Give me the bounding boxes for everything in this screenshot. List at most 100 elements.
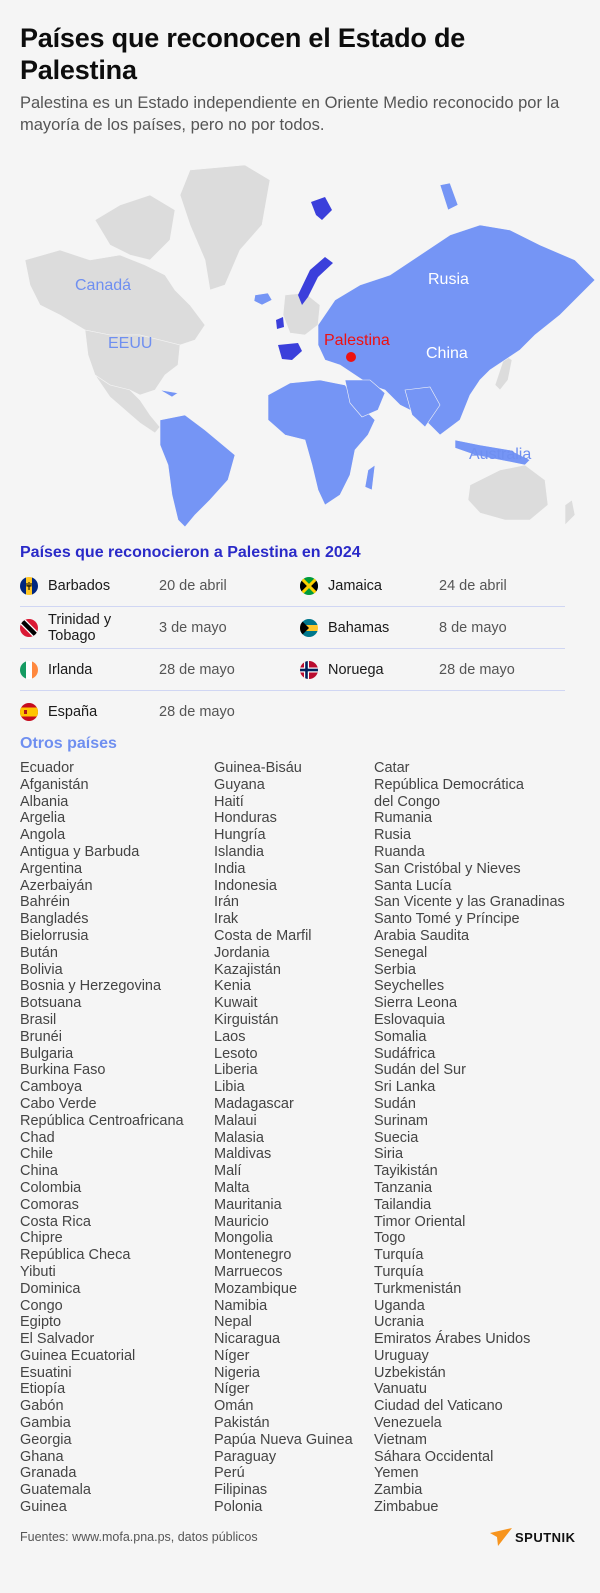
list-item: Perú [214,1465,245,1482]
list-item: Suecia [374,1129,419,1146]
list-item: Antigua y Barbuda [20,843,140,860]
country-name: España [48,704,98,720]
barbados-flag-icon [20,577,38,595]
list-item: Angola [20,827,66,844]
list-item: Mozambique [214,1280,298,1297]
other-countries-title: Otros países [20,735,117,752]
list-item: Burkina Faso [20,1062,106,1079]
list-item: Guyana [214,776,265,793]
list-item: Montenegro [214,1247,292,1264]
list-item: del Congo [374,793,441,810]
list-item: Georgia [20,1431,72,1448]
sources-note: Fuentes: www.mofa.pna.ps, datos públicos [20,1530,258,1544]
list-item: Guinea [20,1499,67,1516]
region-arctic-islands [94,194,176,261]
trinidad-tobago-flag-icon [20,619,38,637]
list-item: Omán [214,1398,254,1415]
list-item: Bután [20,944,58,961]
list-item: Kuwait [214,995,258,1012]
list-item: Tanzania [374,1179,433,1196]
recognition-date: 28 de mayo [439,662,515,678]
region-canada [24,249,206,346]
list-item: Cabo Verde [20,1095,97,1112]
map-label-australia: Australia [469,446,532,463]
region-madagascar [364,464,376,491]
list-item: Arabia Saudita [374,927,470,944]
list-item: Ghana [20,1448,64,1465]
list-item: Sáhara Occidental [374,1448,494,1465]
list-item: Vanuatu [374,1381,427,1398]
recognition-date: 20 de abril [159,578,227,594]
list-item: Costa Rica [20,1213,91,1230]
spain-flag-icon [20,703,38,721]
sputnik-arrow-icon [490,1528,512,1546]
list-item: India [214,860,246,877]
list-item: Afganistán [20,776,89,793]
region-new-zealand [564,499,576,526]
list-item: Sierra Leona [374,995,458,1012]
list-item: Madagascar [214,1095,294,1112]
list-item: Surinam [374,1112,428,1129]
list-item: Nigeria [214,1364,260,1381]
table-row: España 28 de mayo [20,691,565,733]
list-item: Senegal [374,944,428,961]
table-row: Irlanda 28 de mayo Noruega 28 de mayo [20,649,565,691]
world-map: Canadá EEUU Rusia China Palestina Austra… [0,165,600,530]
list-item: Ucrania [374,1314,424,1331]
region-svalbard [311,197,332,220]
list-item: Serbia [374,961,416,978]
list-item: Marruecos [214,1263,283,1280]
list-item: Bangladés [20,911,89,928]
world-map-svg [24,165,596,528]
list-item: San Cristóbal y Nieves [374,860,521,877]
list-item: Catar [374,760,410,776]
list-item: Nicaragua [214,1331,281,1348]
palestine-marker [346,352,356,362]
list-item: Malaui [214,1112,257,1129]
list-item: Bosnia y Herzegovina [20,978,162,995]
list-item: Nepal [214,1314,252,1331]
list-item: Irak [214,911,239,928]
map-label-canada: Canadá [75,277,132,294]
page-subtitle: Palestina es un Estado independiente en … [20,94,560,134]
list-item: Rumania [374,810,433,827]
list-item: Bulgaria [20,1045,74,1062]
list-item: Mauritania [214,1196,282,1213]
list-item: Uzbekistán [374,1364,446,1381]
list-item: Mauricio [214,1213,269,1230]
list-item: Guinea-Bisáu [214,760,302,776]
country-name: Barbados [48,578,111,594]
page-title: Países que reconocen el Estado de Palest… [20,23,466,85]
map-label-usa: EEUU [108,335,153,352]
list-item: Togo [374,1230,406,1247]
list-item: Liberia [214,1062,258,1079]
list-item: Irán [214,894,239,911]
other-countries-column-1: Ecuador Afganistán Albania Argelia Angola Ant… [20,760,184,1516]
list-item: Bielorrusia [20,927,89,944]
jamaica-flag-icon [300,577,318,595]
list-item: Costa de Marfil [214,927,312,944]
list-item: Malasia [214,1129,264,1146]
list-item: Uruguay [374,1347,429,1364]
recognition-date: 24 de abril [439,578,507,594]
recognition-date: 8 de mayo [439,620,507,636]
list-item: Seychelles [374,978,445,995]
region-greenland [179,165,271,291]
table-row: Trinidad y Tobago 3 de mayo Bahamas 8 de… [20,607,565,649]
list-item: Siria [374,1146,404,1163]
list-item: Botsuana [20,995,82,1012]
list-item: Yemen [374,1465,419,1482]
list-item: Maldivas [214,1146,272,1163]
list-item: Vietnam [374,1431,427,1448]
list-item: Chile [20,1146,54,1163]
region-novaya-zemlya [439,182,459,211]
list-item: Zambia [374,1482,423,1499]
list-item: Chad [20,1129,55,1146]
list-item: Hungría [214,827,266,844]
list-item: Pakistán [214,1415,270,1432]
list-item: Ecuador [20,760,75,776]
list-item: Malta [214,1179,250,1196]
brand-name: SPUTNIK [515,1529,576,1545]
list-item: Yibuti [20,1263,56,1280]
list-item: Venezuela [374,1415,442,1432]
